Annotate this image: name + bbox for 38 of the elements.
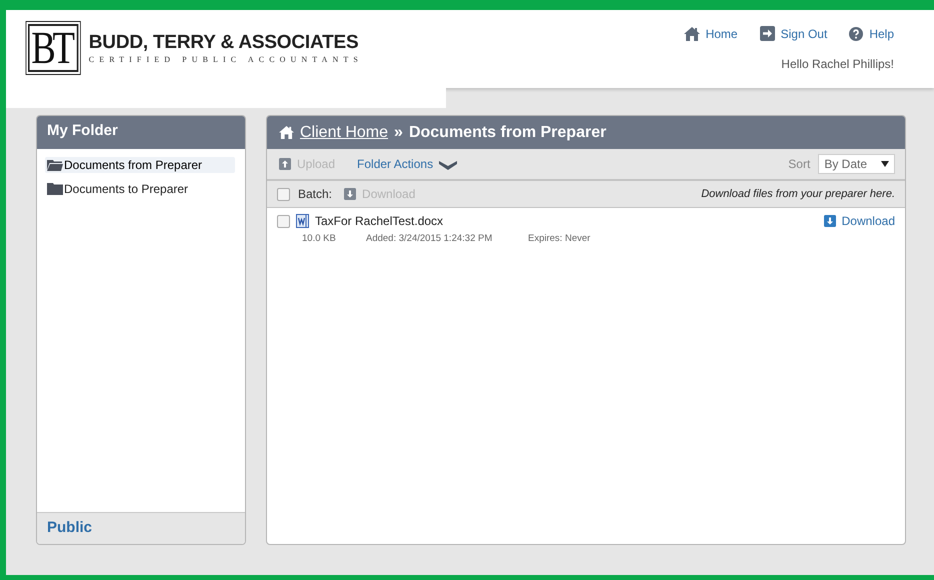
batch-label: Batch: — [298, 187, 332, 201]
chevron-down-icon — [439, 158, 458, 170]
upload-icon — [279, 158, 291, 170]
breadcrumb-link[interactable]: Client Home — [300, 124, 388, 142]
greeting-text: Hello Rachel Phillips! — [781, 57, 894, 71]
open-folder-icon — [47, 159, 63, 171]
sort-dropdown[interactable]: By Date — [818, 154, 895, 174]
public-link[interactable]: Public — [37, 512, 245, 544]
panel-title: My Folder — [37, 116, 245, 149]
folder-item[interactable]: Documents from Preparer — [45, 157, 235, 173]
home-icon — [279, 126, 294, 139]
home-icon — [684, 26, 700, 40]
sort-label: Sort — [788, 157, 810, 171]
nav-link[interactable]: Sign Out — [760, 26, 828, 41]
firm-name: BUDD, TERRY & ASSOCIATES — [88, 32, 360, 54]
arrow-right-icon — [760, 26, 775, 41]
nav-link[interactable]: Home — [684, 26, 738, 41]
file-expiry: Expires: Never — [528, 233, 590, 244]
download-link[interactable]: Download — [824, 214, 895, 228]
folder-actions-menu[interactable]: Folder Actions — [357, 157, 458, 171]
nav-link[interactable]: Help — [849, 26, 894, 41]
folder-item[interactable]: Documents to Preparer — [45, 181, 235, 197]
word-document-icon — [296, 214, 309, 228]
firm-tagline: CERTIFIED PUBLIC ACCOUNTANTS — [88, 55, 363, 64]
batch-checkbox[interactable] — [277, 188, 290, 200]
dropdown-arrow-icon — [881, 161, 889, 167]
download-icon — [344, 188, 356, 200]
logo-monogram: BT — [28, 24, 78, 72]
folder-icon — [47, 183, 63, 195]
file-name[interactable]: TaxFor RachelTest.docx — [315, 214, 444, 228]
file-size: 10.0 KB — [302, 233, 337, 244]
breadcrumb-separator: » — [394, 124, 403, 142]
breadcrumb-current: Documents from Preparer — [408, 124, 606, 142]
help-icon — [849, 26, 864, 40]
file-added-date: Added: 3/24/2015 1:24:32 PM — [366, 233, 494, 244]
download-icon — [824, 215, 836, 227]
hint-text: Download files from your preparer here. — [701, 188, 895, 200]
file-checkbox[interactable] — [277, 214, 290, 228]
